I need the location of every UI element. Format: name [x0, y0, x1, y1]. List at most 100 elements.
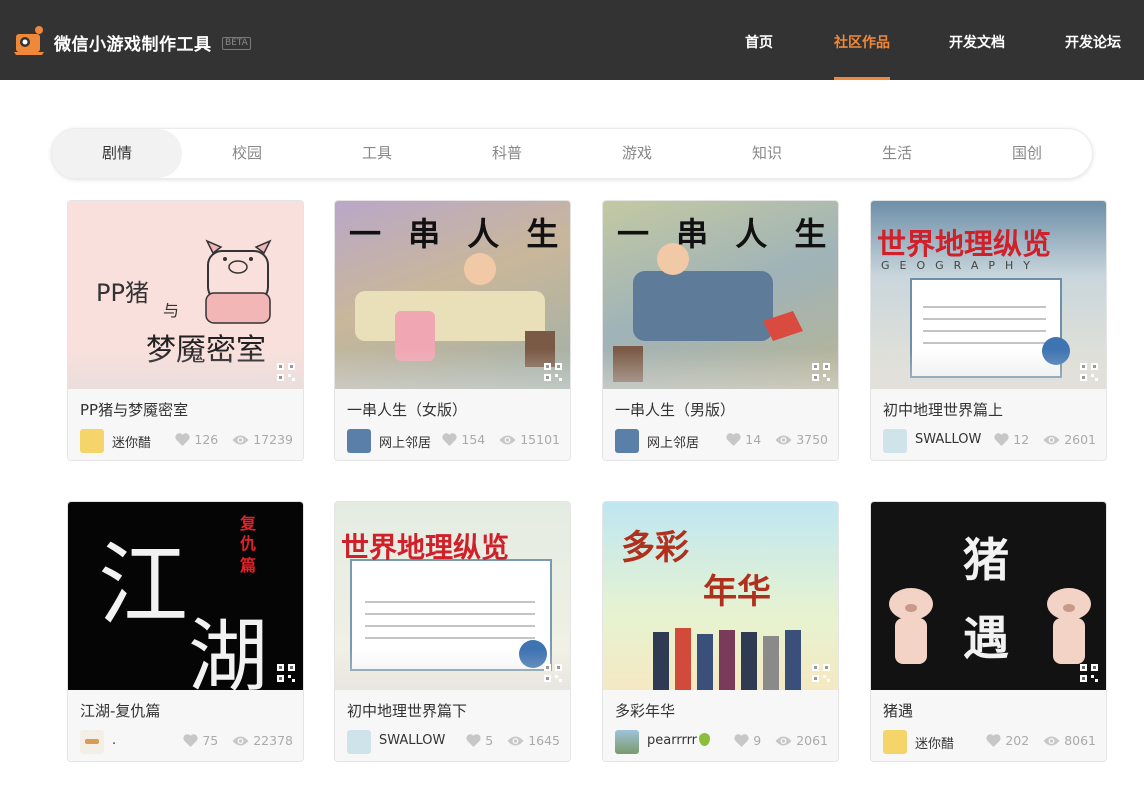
work-title[interactable]: 一串人生（女版）	[347, 399, 467, 420]
tab-science[interactable]: 科普	[442, 129, 572, 178]
nav-dev-forum[interactable]: 开发论坛	[1065, 32, 1121, 52]
view-count: 3750	[796, 432, 828, 447]
work-stats: 154 15101	[442, 432, 560, 447]
thumb-title-line: 与	[163, 301, 180, 320]
author-avatar[interactable]	[347, 730, 371, 754]
tab-campus[interactable]: 校园	[182, 129, 312, 178]
author-name[interactable]: 网上邻居	[379, 432, 431, 451]
work-card[interactable]: 猪 遇 猪遇 迷你醋 202 8061	[870, 501, 1107, 762]
tab-games[interactable]: 游戏	[572, 129, 702, 178]
like-count: 154	[461, 432, 486, 447]
tab-drama[interactable]: 剧情	[52, 129, 182, 178]
work-stats: 202 8061	[986, 733, 1096, 748]
category-tabs: 剧情 校园 工具 科普 游戏 知识 生活 国创	[51, 128, 1093, 179]
thumb-title-line: 篇	[240, 556, 257, 575]
author-avatar[interactable]	[80, 429, 104, 453]
thumb-title-line: 多彩	[621, 528, 689, 568]
qr-code-icon[interactable]	[544, 363, 562, 381]
work-thumbnail[interactable]: 一 串 人 生	[335, 201, 570, 389]
qr-code-icon[interactable]	[812, 664, 830, 682]
author-name[interactable]: SWALLOW	[915, 432, 981, 447]
author-avatar[interactable]	[883, 730, 907, 754]
work-thumbnail[interactable]: 多彩 年华	[603, 502, 838, 690]
view-count: 15101	[520, 432, 560, 447]
tab-tools[interactable]: 工具	[312, 129, 442, 178]
work-card[interactable]: 世界地理纵览 GEOGRAPHY 初中地理世界篇上 SWALLOW 12 260…	[870, 200, 1107, 461]
thumb-title-line: 遇	[963, 611, 1009, 665]
author-avatar[interactable]	[615, 730, 639, 754]
author-name[interactable]: 迷你醋	[915, 733, 954, 752]
brand-name[interactable]: 微信小游戏制作工具	[54, 30, 212, 55]
qr-code-icon[interactable]	[1080, 664, 1098, 682]
eye-icon	[1043, 435, 1060, 444]
work-thumbnail[interactable]: 一 串 人 生	[603, 201, 838, 389]
author-name[interactable]: .	[112, 733, 116, 748]
thumb-title-line: 一 串 人 生	[349, 215, 567, 253]
tab-life[interactable]: 生活	[832, 129, 962, 178]
work-title[interactable]: PP猪与梦魇密室	[80, 399, 188, 420]
like-count: 9	[753, 733, 762, 748]
work-thumbnail[interactable]: PP猪 与 梦魇密室	[68, 201, 303, 389]
work-card[interactable]: 一 串 人 生 一串人生（女版） 网上邻居 154 15101	[334, 200, 571, 461]
work-thumbnail[interactable]: 世界地理纵览	[335, 502, 570, 690]
like-count: 126	[194, 432, 219, 447]
heart-icon	[986, 734, 1001, 747]
qr-code-icon[interactable]	[277, 664, 295, 682]
view-count: 8061	[1064, 733, 1096, 748]
work-stats: 75 22378	[183, 733, 293, 748]
nav-home[interactable]: 首页	[745, 32, 773, 52]
logo-icon[interactable]	[12, 22, 46, 56]
work-stats: 12 2601	[994, 432, 1096, 447]
card-info: 一串人生（女版） 网上邻居 154 15101	[335, 389, 570, 460]
thumb-title-line: 江	[98, 533, 188, 638]
qr-code-icon[interactable]	[812, 363, 830, 381]
work-title[interactable]: 江湖-复仇篇	[80, 700, 160, 721]
heart-icon	[466, 734, 481, 747]
author-name-text[interactable]: pearrrrr	[647, 733, 697, 748]
author-avatar[interactable]	[883, 429, 907, 453]
thumb-title-line: 一 串 人 生	[617, 215, 835, 253]
author-avatar[interactable]	[80, 730, 104, 754]
author-name[interactable]: SWALLOW	[379, 733, 445, 748]
thumb-title-line: 湖	[188, 610, 268, 690]
qr-code-icon[interactable]	[277, 363, 295, 381]
work-title[interactable]: 初中地理世界篇下	[347, 700, 467, 721]
work-title[interactable]: 多彩年华	[615, 700, 675, 721]
work-thumbnail[interactable]: 猪 遇	[871, 502, 1106, 690]
thumb-title-line: 世界地理纵览	[341, 531, 510, 564]
work-card[interactable]: 世界地理纵览 初中地理世界篇下 SWALLOW 5 1645	[334, 501, 571, 762]
nav-community-works[interactable]: 社区作品	[834, 32, 890, 52]
work-thumbnail[interactable]: 世界地理纵览 GEOGRAPHY	[871, 201, 1106, 389]
heart-icon	[734, 734, 749, 747]
work-card[interactable]: 多彩 年华 多彩年华 pearrrrr 9 2061	[602, 501, 839, 762]
pear-icon	[699, 733, 711, 746]
author-avatar[interactable]	[615, 429, 639, 453]
work-card[interactable]: PP猪 与 梦魇密室 PP猪与梦魇密室 迷你醋 126 17239	[67, 200, 304, 461]
heart-icon	[175, 433, 190, 446]
author-name[interactable]: 网上邻居	[647, 432, 699, 451]
like-count: 202	[1005, 733, 1030, 748]
author-avatar[interactable]	[347, 429, 371, 453]
work-title[interactable]: 猪遇	[883, 700, 913, 721]
eye-icon	[499, 435, 516, 444]
qr-code-icon[interactable]	[1080, 363, 1098, 381]
work-thumbnail[interactable]: 江 湖 复 仇 篇	[68, 502, 303, 690]
work-title[interactable]: 一串人生（男版）	[615, 399, 735, 420]
work-title[interactable]: 初中地理世界篇上	[883, 399, 1003, 420]
work-card[interactable]: 江 湖 复 仇 篇 江湖-复仇篇 . 75 22378	[67, 501, 304, 762]
like-count: 5	[485, 733, 494, 748]
eye-icon	[1043, 736, 1060, 745]
top-nav-bar: 微信小游戏制作工具 BETA 首页 社区作品 开发文档 开发论坛	[0, 0, 1144, 80]
tab-original[interactable]: 国创	[962, 129, 1092, 178]
tab-knowledge[interactable]: 知识	[702, 129, 832, 178]
work-card[interactable]: 一 串 人 生 一串人生（男版） 网上邻居 14 3750	[602, 200, 839, 461]
nav-dev-docs[interactable]: 开发文档	[949, 32, 1005, 52]
eye-icon	[232, 736, 249, 745]
work-stats: 126 17239	[175, 432, 293, 447]
thumb-title-line: PP猪	[96, 279, 149, 307]
qr-code-icon[interactable]	[544, 664, 562, 682]
thumb-title-line: 猪	[963, 533, 1009, 587]
author-name[interactable]: 迷你醋	[112, 432, 151, 451]
view-count: 2061	[796, 733, 828, 748]
author-name[interactable]: pearrrrr	[647, 733, 711, 748]
